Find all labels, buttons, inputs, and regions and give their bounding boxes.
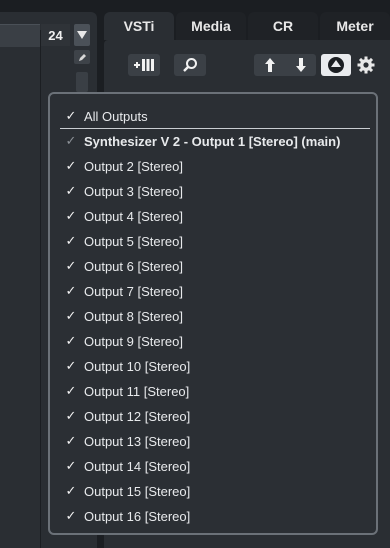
menu-item-label: Output 16 [Stereo] [84,508,191,524]
menu-item-output[interactable]: ✓ Output 15 [Stereo] [50,480,376,502]
search-icon [183,58,197,72]
checkmark-icon: ✓ [65,283,77,298]
checkmark-icon: ✓ [65,383,77,398]
search-button[interactable] [174,54,206,76]
menu-item-output[interactable]: ✓ Output 13 [Stereo] [50,430,376,452]
scroll-down-button[interactable] [74,24,90,46]
menu-item-label: Output 4 [Stereo] [84,208,184,224]
edit-button[interactable] [74,50,90,64]
add-instrument-button[interactable] [128,54,160,76]
menu-item-output[interactable]: ✓ Output 3 [Stereo] [50,180,376,202]
checkmark-icon: ✓ [65,408,77,423]
menu-item-label: Output 13 [Stereo] [84,433,191,449]
menu-divider [60,128,370,129]
triangle-down-icon [77,31,87,39]
menu-item-label: Output 14 [Stereo] [84,458,191,474]
menu-item-output[interactable]: ✓ Output 9 [Stereo] [50,330,376,352]
settings-button[interactable] [355,54,377,76]
menu-item-output[interactable]: ✓ Output 12 [Stereo] [50,405,376,427]
tab-vsti[interactable]: VSTi [104,12,174,40]
menu-item-all-outputs[interactable]: ✓ All Outputs [50,105,376,127]
menu-item-output[interactable]: ✓ Output 5 [Stereo] [50,230,376,252]
tab-meter[interactable]: Meter [320,12,390,40]
menu-item-label: Output 2 [Stereo] [84,158,184,174]
menu-item-output[interactable]: ✓ Output 10 [Stereo] [50,355,376,377]
menu-item-output[interactable]: ✓ Output 4 [Stereo] [50,205,376,227]
menu-item-label: Output 8 [Stereo] [84,308,184,324]
menu-item-output[interactable]: ✓ Output 2 [Stereo] [50,155,376,177]
menu-item-label: Output 15 [Stereo] [84,483,191,499]
checkmark-icon: ✓ [65,308,77,323]
move-button-group [254,54,316,76]
checkmark-icon: ✓ [65,183,77,198]
menu-item-label: Output 12 [Stereo] [84,408,191,424]
menu-item-output[interactable]: ✓ Output 7 [Stereo] [50,280,376,302]
checkmark-icon: ✓ [65,458,77,473]
move-up-button[interactable] [254,57,285,73]
side-button[interactable] [76,72,88,92]
checkmark-icon: ✓ [65,508,77,523]
menu-item-label: Output 11 [Stereo] [84,383,190,399]
left-field[interactable] [0,24,40,47]
menu-item-label: Output 9 [Stereo] [84,333,184,349]
output-routing-icon [328,57,344,73]
pencil-icon [78,53,86,61]
checkmark-icon: ✓ [65,158,77,173]
checkmark-icon: ✓ [65,133,77,148]
tab-media[interactable]: Media [176,12,246,40]
value-display[interactable]: 24 [41,24,70,46]
checkmark-icon: ✓ [65,208,77,223]
menu-item-output[interactable]: ✓ Output 8 [Stereo] [50,305,376,327]
tab-bar: VSTi Media CR Meter [104,12,390,40]
checkmark-icon: ✓ [65,433,77,448]
move-down-button[interactable] [285,57,316,73]
menu-item-output[interactable]: ✓ Output 11 [Stereo] [50,380,376,402]
menu-item-label: Output 5 [Stereo] [84,233,184,249]
checkmark-icon: ✓ [65,358,77,373]
checkmark-icon: ✓ [65,108,77,123]
menu-item-output[interactable]: ✓ Output 14 [Stereo] [50,455,376,477]
outputs-menu: ✓ All Outputs ✓ Synthesizer V 2 - Output … [48,92,378,535]
output-routing-button[interactable] [321,54,351,76]
gear-icon [357,56,375,74]
menu-item-label: All Outputs [84,108,148,124]
menu-item-label: Output 7 [Stereo] [84,283,184,299]
add-instrument-icon [134,59,154,71]
arrow-up-icon [264,58,275,72]
checkmark-icon: ✓ [65,333,77,348]
checkmark-icon: ✓ [65,233,77,248]
menu-item-output[interactable]: ✓ Output 16 [Stereo] [50,505,376,527]
left-divider [40,30,41,548]
arrow-down-icon [295,58,306,72]
menu-item-label: Output 6 [Stereo] [84,258,184,274]
checkmark-icon: ✓ [65,483,77,498]
tab-cr[interactable]: CR [248,12,318,40]
menu-item-output[interactable]: ✓ Output 6 [Stereo] [50,255,376,277]
menu-item-label: Synthesizer V 2 - Output 1 [Stereo] (mai… [84,133,341,149]
menu-item-output[interactable]: ✓ Synthesizer V 2 - Output 1 [Stereo] (ma… [50,130,376,152]
menu-item-label: Output 10 [Stereo] [84,358,191,374]
menu-item-label: Output 3 [Stereo] [84,183,184,199]
checkmark-icon: ✓ [65,258,77,273]
